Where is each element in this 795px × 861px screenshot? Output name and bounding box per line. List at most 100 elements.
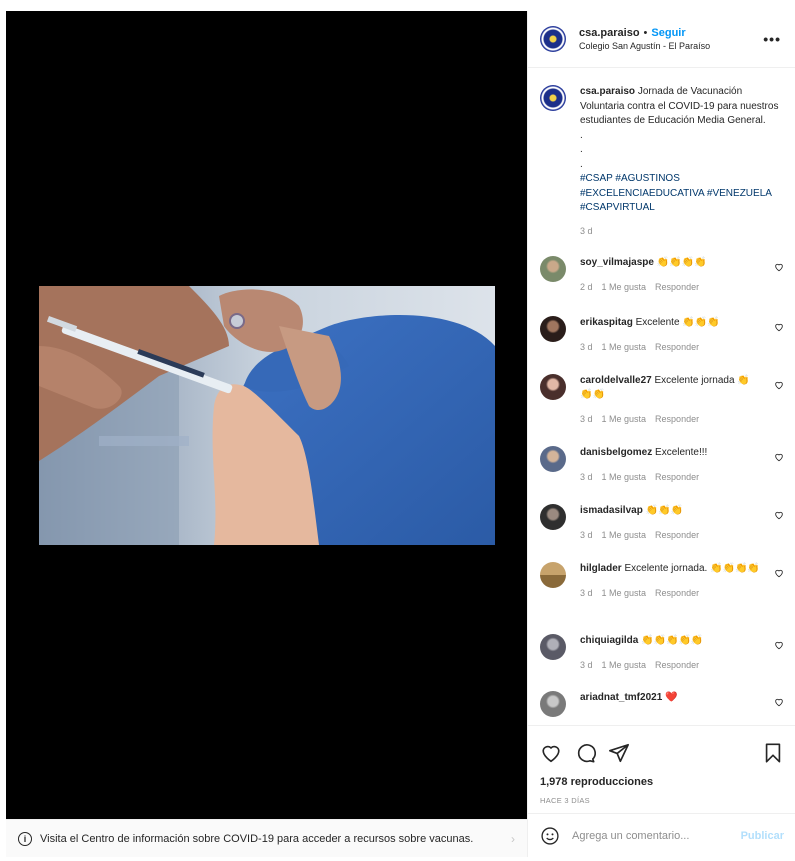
comment-age[interactable]: 3 d bbox=[580, 414, 593, 424]
hashtag-link[interactable]: #EXCELENCIAEDUCATIVA bbox=[580, 188, 704, 199]
post-location[interactable]: Colegio San Agustín - El Paraíso bbox=[579, 40, 710, 52]
reply-button[interactable]: Responder bbox=[655, 414, 699, 424]
comment-item: caroldelvalle27 Excelente jornada 👏👏👏 3 … bbox=[528, 374, 795, 446]
post-actions: 1,978 reproducciones HACE 3 DÍAS Agrega … bbox=[528, 725, 795, 857]
author-username[interactable]: csa.paraiso bbox=[579, 27, 640, 39]
publish-button[interactable]: Publicar bbox=[741, 830, 784, 842]
comment-username[interactable]: hilglader bbox=[580, 563, 622, 574]
save-bookmark-icon[interactable] bbox=[762, 742, 784, 764]
comment-username[interactable]: erikaspitag bbox=[580, 317, 633, 328]
like-comment-heart-icon[interactable] bbox=[774, 640, 784, 650]
post-video[interactable] bbox=[39, 286, 495, 545]
reply-button[interactable]: Responder bbox=[655, 472, 699, 482]
comment-text: 👏👏👏👏 bbox=[656, 257, 707, 268]
emoji-icon[interactable] bbox=[540, 826, 560, 846]
comment-age[interactable]: 3 d bbox=[580, 588, 593, 598]
avatar[interactable] bbox=[540, 504, 566, 530]
avatar[interactable] bbox=[540, 26, 566, 52]
like-comment-heart-icon[interactable] bbox=[774, 322, 784, 332]
avatar[interactable] bbox=[540, 691, 566, 717]
comment-age[interactable]: 3 d bbox=[580, 472, 593, 482]
avatar[interactable] bbox=[540, 374, 566, 400]
comment-text: ❤️ bbox=[665, 692, 678, 703]
caption-dot: . bbox=[580, 129, 583, 141]
caption-username[interactable]: csa.paraiso bbox=[580, 86, 635, 97]
comment-text: Excelente jornada. 👏👏👏👏 bbox=[624, 563, 760, 574]
comment-text: Excelente 👏👏👏 bbox=[635, 317, 720, 328]
avatar[interactable] bbox=[540, 562, 566, 588]
comment-likes[interactable]: 1 Me gusta bbox=[602, 342, 647, 352]
comment-username[interactable]: caroldelvalle27 bbox=[580, 375, 652, 386]
hashtag-link[interactable]: #AGUSTINOS bbox=[615, 173, 679, 184]
view-count[interactable]: 1,978 reproducciones bbox=[528, 770, 795, 788]
like-comment-heart-icon[interactable] bbox=[774, 452, 784, 462]
reply-button[interactable]: Responder bbox=[655, 342, 699, 352]
caption-dot: . bbox=[580, 144, 583, 155]
avatar[interactable] bbox=[540, 85, 566, 111]
covid-banner-text: Visita el Centro de información sobre CO… bbox=[40, 832, 474, 845]
post-sidebar: csa.paraiso • Seguir Colegio San Agustín -… bbox=[527, 11, 795, 857]
comment-likes[interactable]: 1 Me gusta bbox=[602, 530, 647, 540]
add-comment-bar: Agrega un comentario... Publicar bbox=[528, 813, 795, 857]
comment-item: hilglader Excelente jornada. 👏👏👏👏 3 d 1 M… bbox=[528, 562, 795, 634]
avatar[interactable] bbox=[540, 634, 566, 660]
vaccination-photo bbox=[39, 286, 495, 545]
reply-button[interactable]: Responder bbox=[655, 530, 699, 540]
avatar[interactable] bbox=[540, 446, 566, 472]
caption-dot: . bbox=[580, 158, 583, 170]
comment-username[interactable]: ismadasilvap bbox=[580, 505, 643, 516]
comment-item: chiquiagilda 👏👏👏👏👏 3 d 1 Me gusta Responde… bbox=[528, 634, 795, 691]
covid-info-banner[interactable]: i Visita el Centro de información sobre … bbox=[6, 819, 527, 857]
comment-likes[interactable]: 1 Me gusta bbox=[602, 472, 647, 482]
comment-age[interactable]: 3 d bbox=[580, 660, 593, 670]
like-heart-icon[interactable] bbox=[540, 742, 562, 764]
comment-username[interactable]: ariadnat_tmf2021 bbox=[580, 692, 662, 703]
comment-text: Excelente!!! bbox=[655, 447, 708, 458]
comment-item: erikaspitag Excelente 👏👏👏 3 d 1 Me gusta R… bbox=[528, 316, 795, 374]
reply-button[interactable]: Responder bbox=[655, 282, 699, 292]
comment-likes[interactable]: 1 Me gusta bbox=[602, 282, 647, 292]
separator-dot: • bbox=[643, 26, 648, 39]
post-timestamp[interactable]: HACE 3 DÍAS bbox=[528, 788, 795, 805]
comment-username[interactable]: soy_vilmajaspe bbox=[580, 257, 654, 268]
like-comment-heart-icon[interactable] bbox=[774, 510, 784, 520]
reply-button[interactable]: Responder bbox=[655, 660, 699, 670]
caption-age[interactable]: 3 d bbox=[580, 224, 780, 239]
comment-likes[interactable]: 1 Me gusta bbox=[602, 660, 647, 670]
comment-icon[interactable] bbox=[574, 742, 596, 764]
comment-age[interactable]: 3 d bbox=[580, 530, 593, 540]
comment-item: soy_vilmajaspe 👏👏👏👏 2 d 1 Me gusta Respond… bbox=[528, 256, 795, 316]
hashtag-link[interactable]: #CSAPVIRTUAL bbox=[580, 202, 655, 213]
post-header: csa.paraiso • Seguir Colegio San Agustín -… bbox=[528, 11, 795, 68]
hashtag-link[interactable]: #VENEZUELA bbox=[707, 188, 771, 199]
avatar[interactable] bbox=[540, 316, 566, 342]
more-options-icon[interactable]: ••• bbox=[763, 31, 781, 47]
comment-age[interactable]: 2 d bbox=[580, 282, 593, 292]
comment-text: 👏👏👏 bbox=[645, 505, 683, 516]
avatar[interactable] bbox=[540, 256, 566, 282]
post-header-text: csa.paraiso • Seguir Colegio San Agustín -… bbox=[579, 26, 710, 53]
comment-username[interactable]: chiquiagilda bbox=[580, 635, 638, 646]
follow-button[interactable]: Seguir bbox=[651, 27, 685, 39]
info-icon: i bbox=[18, 831, 32, 846]
comment-item: danisbelgomez Excelente!!! 3 d 1 Me gusta… bbox=[528, 446, 795, 504]
share-icon[interactable] bbox=[608, 742, 630, 764]
like-comment-heart-icon[interactable] bbox=[774, 568, 784, 578]
comment-item: ismadasilvap 👏👏👏 3 d 1 Me gusta Responder bbox=[528, 504, 795, 562]
comment-item: ariadnat_tmf2021 ❤️ bbox=[528, 691, 795, 725]
comment-text: 👏👏👏👏👏 bbox=[641, 635, 704, 646]
media-panel bbox=[6, 11, 527, 819]
comment-age[interactable]: 3 d bbox=[580, 342, 593, 352]
like-comment-heart-icon[interactable] bbox=[774, 262, 784, 272]
post-caption: csa.paraiso Jornada de Vacunación Volunt… bbox=[528, 69, 795, 238]
comments-scroll[interactable]: csa.paraiso Jornada de Vacunación Volunt… bbox=[528, 69, 795, 725]
like-comment-heart-icon[interactable] bbox=[774, 380, 784, 390]
hashtag-link[interactable]: #CSAP bbox=[580, 173, 613, 184]
like-comment-heart-icon[interactable] bbox=[774, 697, 784, 707]
reply-button[interactable]: Responder bbox=[655, 588, 699, 598]
comment-input[interactable]: Agrega un comentario... bbox=[572, 830, 689, 842]
comment-likes[interactable]: 1 Me gusta bbox=[602, 588, 647, 598]
instagram-post-modal: i Visita el Centro de información sobre … bbox=[0, 0, 795, 861]
comment-username[interactable]: danisbelgomez bbox=[580, 447, 652, 458]
comment-likes[interactable]: 1 Me gusta bbox=[602, 414, 647, 424]
